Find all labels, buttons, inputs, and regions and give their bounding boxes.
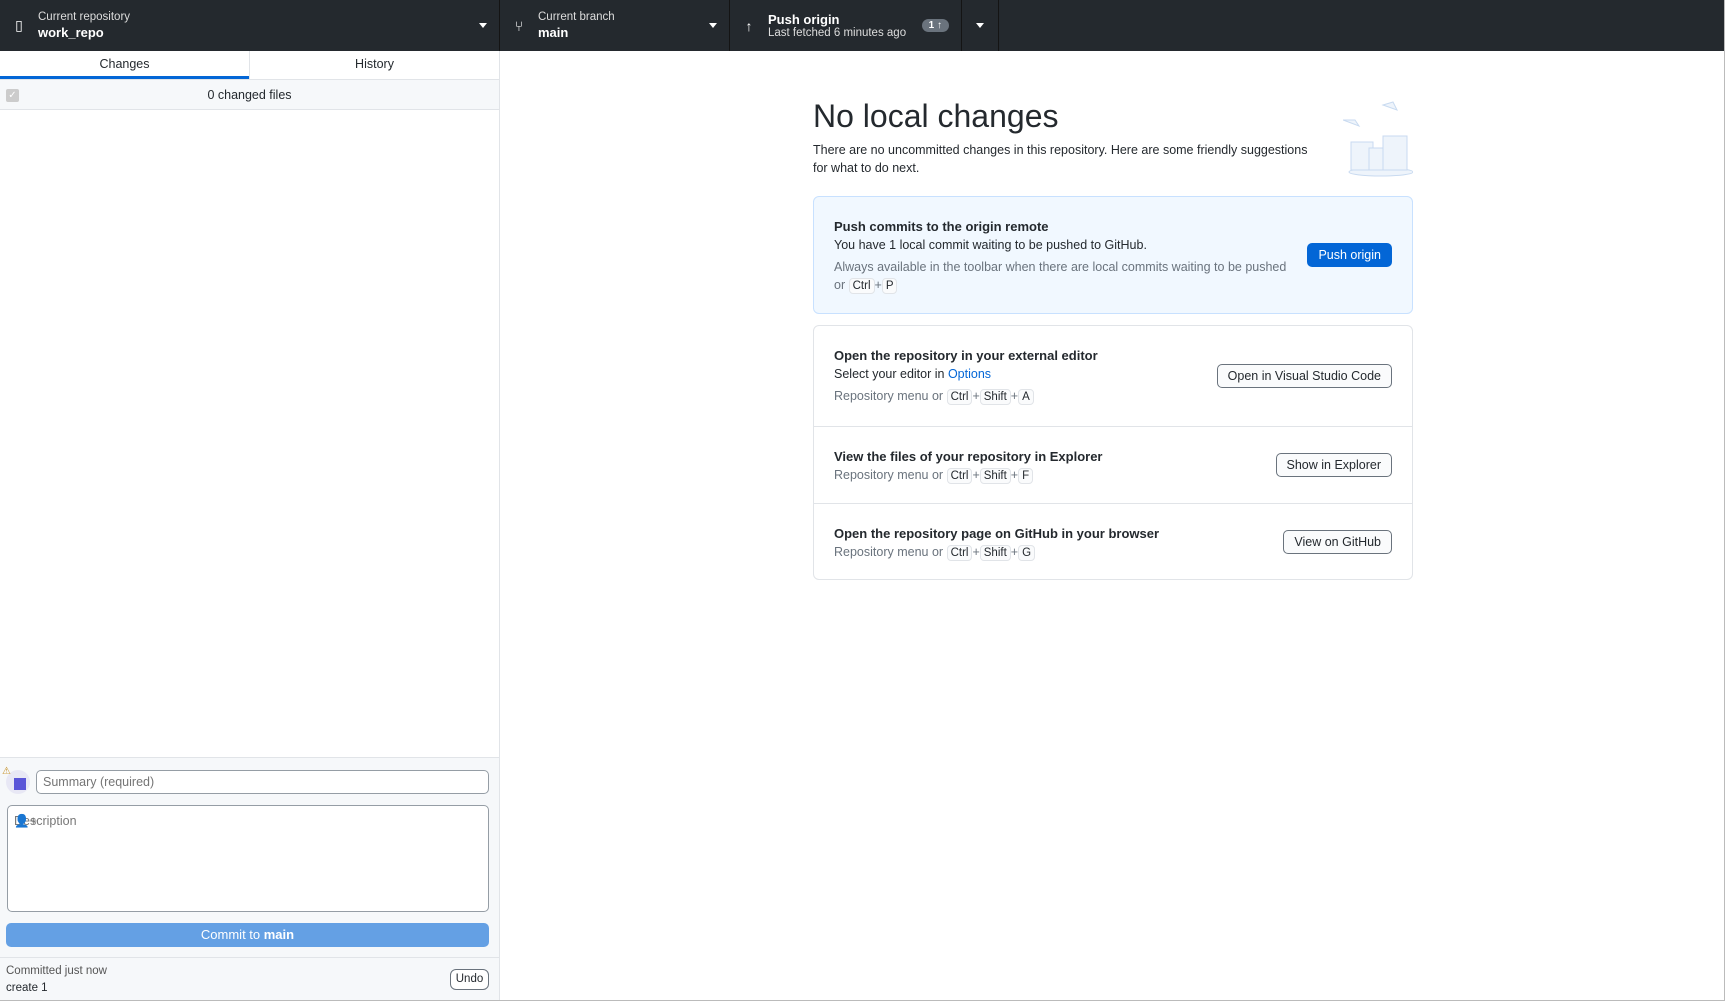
options-link[interactable]: Options	[948, 367, 991, 381]
add-coauthor-icon[interactable]: 👤+	[14, 814, 37, 829]
toolbar: ▯ Current repository work_repo ⑂ Current …	[0, 0, 1724, 51]
push-origin-action-button[interactable]: Push origin	[1307, 243, 1392, 267]
window-border	[1724, 0, 1725, 1001]
push-dropdown-button[interactable]	[962, 0, 999, 51]
changed-files-header: ✓ 0 changed files	[0, 80, 499, 110]
action-show-explorer: View the files of your repository in Exp…	[814, 426, 1412, 503]
chevron-down-icon	[976, 23, 984, 28]
current-repository-button[interactable]: ▯ Current repository work_repo	[0, 0, 500, 51]
chevron-down-icon	[709, 23, 717, 28]
push-suggestion-card: Push commits to the origin remote You ha…	[813, 196, 1413, 314]
tab-changes[interactable]: Changes	[0, 51, 249, 79]
push-origin-button[interactable]: ↑ Push origin Last fetched 6 minutes ago …	[730, 0, 962, 51]
select-all-checkbox[interactable]: ✓	[6, 89, 19, 102]
show-in-explorer-button[interactable]: Show in Explorer	[1275, 453, 1392, 477]
commit-panel: ⚠ Description 👤+ Commit to main Committe…	[0, 757, 499, 1000]
current-branch-button[interactable]: ⑂ Current branch main	[500, 0, 730, 51]
branch-icon: ⑂	[514, 17, 524, 34]
arrow-up-icon: ↑	[745, 17, 753, 34]
tab-history[interactable]: History	[249, 51, 499, 79]
boxes-illustration-icon	[1343, 101, 1413, 177]
sidebar: Changes History ✓ 0 changed files ⚠ Desc…	[0, 51, 500, 1000]
chevron-down-icon	[479, 23, 487, 28]
description-input[interactable]: Description 👤+	[7, 805, 489, 912]
summary-input[interactable]	[36, 770, 489, 794]
repo-icon: ▯	[15, 17, 23, 33]
changed-files-count: 0 changed files	[207, 88, 292, 102]
actions-card: Open the repository in your external edi…	[813, 325, 1413, 580]
view-on-github-button[interactable]: View on GitHub	[1283, 530, 1392, 554]
action-view-github: Open the repository page on GitHub in yo…	[814, 503, 1412, 579]
commit-button[interactable]: Commit to main	[6, 923, 489, 947]
page-title: No local changes	[813, 98, 1059, 134]
last-commit: Committed just now create 1 Undo	[0, 957, 499, 1001]
warning-icon: ⚠	[2, 766, 11, 777]
ahead-count-badge: 1 ↑	[921, 19, 949, 32]
open-in-editor-button[interactable]: Open in Visual Studio Code	[1216, 364, 1392, 388]
action-open-editor: Open the repository in your external edi…	[814, 326, 1412, 426]
undo-button[interactable]: Undo	[450, 969, 489, 990]
